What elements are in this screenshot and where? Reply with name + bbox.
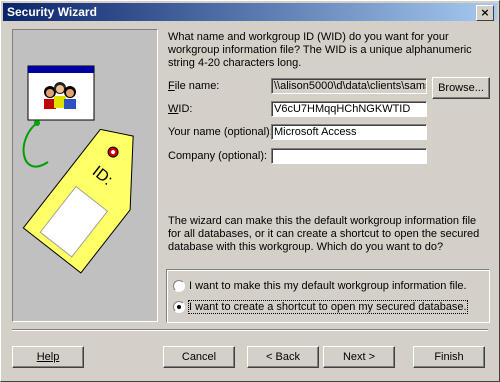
option-group: I want to make this my default workgroup…: [166, 269, 490, 323]
security-wizard-window: Security Wizard × ID: What name and work…: [0, 0, 500, 382]
id-tag-icon: ID:: [22, 128, 134, 274]
description-text: What name and workgroup ID (WID) do you …: [168, 31, 472, 69]
radio-default-workgroup[interactable]: [173, 280, 185, 292]
finish-button[interactable]: Finish: [413, 346, 485, 368]
your-name-label: Your name (optional):: [168, 126, 273, 138]
cancel-button[interactable]: Cancel: [163, 346, 235, 368]
browse-button[interactable]: Browse...: [432, 77, 490, 99]
help-button[interactable]: Help: [12, 346, 84, 368]
info-text: The wizard can make this the default wor…: [168, 215, 480, 253]
close-icon: ×: [480, 6, 490, 19]
title-bar[interactable]: Security Wizard ×: [3, 3, 497, 21]
close-button[interactable]: ×: [476, 5, 494, 21]
wid-label: WID:: [168, 103, 193, 115]
file-name-field[interactable]: \\alison5000\d\data\clients\sams\: [271, 78, 427, 94]
company-field[interactable]: [271, 148, 427, 164]
option-default-label: I want to make this my default workgroup…: [189, 280, 467, 292]
workgroup-window-icon: [27, 65, 95, 121]
your-name-field[interactable]: Microsoft Access: [271, 124, 427, 140]
wizard-illustration: ID:: [12, 29, 158, 322]
back-button[interactable]: < Back: [247, 346, 319, 368]
tag-string: [22, 122, 49, 168]
option-shortcut-label: I want to create a shortcut to open my s…: [188, 300, 468, 314]
wid-field[interactable]: V6cU7HMqqHChNGKWTID: [271, 101, 427, 117]
radio-selected-dot: [177, 305, 181, 309]
window-title: Security Wizard: [7, 5, 97, 19]
radio-create-shortcut[interactable]: [173, 301, 185, 313]
company-label: Company (optional):: [168, 150, 268, 162]
separator: [12, 329, 488, 331]
file-name-label: File name:: [168, 80, 220, 92]
next-button[interactable]: Next >: [323, 346, 395, 368]
